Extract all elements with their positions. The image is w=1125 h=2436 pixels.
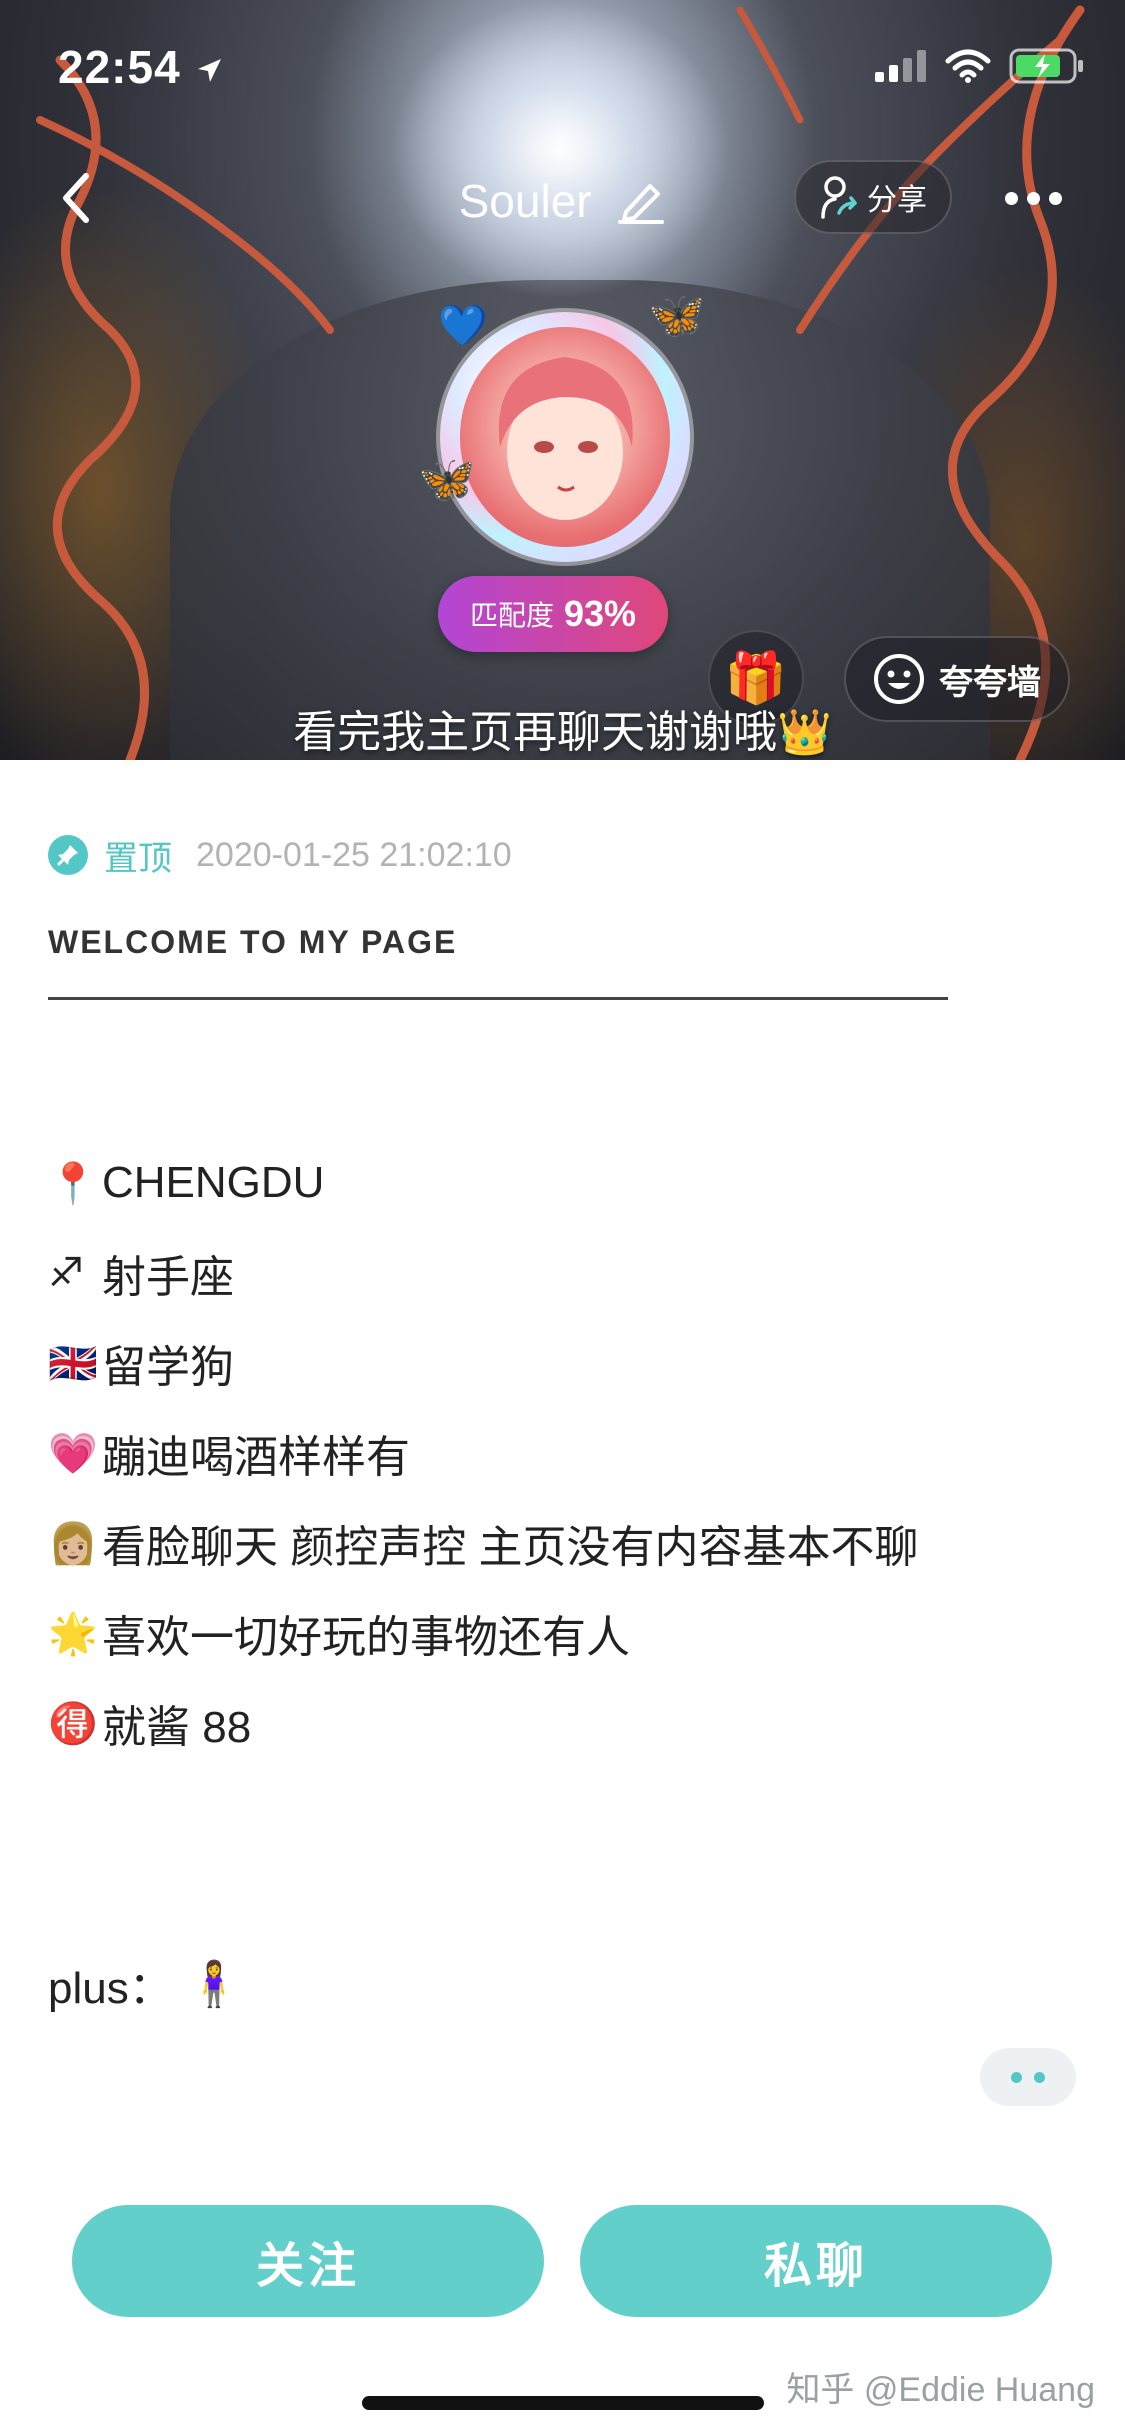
dot-icon xyxy=(1034,2071,1045,2083)
post-date: 2020-01-25 21:02:10 xyxy=(196,835,512,874)
post-line: 🌟 喜欢一切好玩的事物还有人 xyxy=(48,1588,1078,1678)
post-line: 💗 蹦迪喝酒样样有 xyxy=(48,1408,1078,1498)
match-label: 匹配度 xyxy=(469,600,554,631)
butterfly-decoration: 🦋 xyxy=(648,289,706,341)
post-plus-line: plus： 🧍‍♀️ xyxy=(48,1952,242,2016)
line-text: 留学狗 xyxy=(102,1343,234,1392)
avatar-face xyxy=(498,357,633,520)
pin-icon xyxy=(48,835,88,875)
watermark: 知乎 @Eddie Huang xyxy=(786,2371,1095,2409)
navbar: Souler 分享 xyxy=(0,150,1125,250)
post-divider xyxy=(48,997,948,1000)
line-emoji: 🉐 xyxy=(48,1701,98,1746)
pinned-post: 置顶 2020-01-25 21:02:10 WELCOME TO MY PAG… xyxy=(48,830,1078,1768)
status-time: 22:54 xyxy=(58,40,224,94)
match-badge[interactable]: 匹配度 93% xyxy=(438,576,668,652)
nav-title[interactable]: Souler xyxy=(0,170,1125,228)
status-icons xyxy=(875,48,1085,84)
line-emoji: 🌟 xyxy=(48,1611,98,1656)
line-emoji: 💗 xyxy=(48,1431,98,1476)
profile-cover: 22:54 Souler 分享 💙 🦋 🦋 匹配度 93% 🎁 夸夸墙 看完我主… xyxy=(0,0,1125,760)
line-text: CHENGDU xyxy=(102,1158,325,1207)
share-label: 分享 xyxy=(867,184,927,217)
avatar[interactable] xyxy=(440,312,690,562)
location-arrow-icon xyxy=(198,58,222,82)
pin-label: 置顶 xyxy=(104,839,172,878)
dot-icon xyxy=(1011,2071,1022,2083)
line-text: 看脸聊天 颜控声控 主页没有内容基本不聊 xyxy=(102,1523,919,1572)
more-dot xyxy=(1026,191,1040,205)
post-line: 📍 CHENGDU xyxy=(48,1138,1078,1228)
match-value: 93% xyxy=(563,593,637,634)
plus-label: plus： xyxy=(48,1964,173,2013)
post-line: 👩🏼 看脸聊天 颜控声控 主页没有内容基本不聊 xyxy=(48,1498,1078,1588)
line-text: 蹦迪喝酒样样有 xyxy=(102,1433,410,1482)
edit-pencil-icon[interactable] xyxy=(616,178,666,224)
more-dot xyxy=(1048,191,1062,205)
line-text: 喜欢一切好玩的事物还有人 xyxy=(102,1613,630,1662)
plus-emoji: 🧍‍♀️ xyxy=(186,1960,242,2009)
nav-title-text: Souler xyxy=(458,174,592,227)
post-meta: 置顶 2020-01-25 21:02:10 xyxy=(48,830,1078,880)
line-text: 射手座 xyxy=(102,1253,234,1302)
post-line: ♐ 射手座 xyxy=(48,1228,1078,1318)
share-person-icon xyxy=(821,176,857,219)
post-lines: 📍 CHENGDU ♐ 射手座 🇬🇧 留学狗 💗 蹦迪喝酒样样有 👩🏼 看脸聊天… xyxy=(48,1138,1078,1768)
post-line: 🇬🇧 留学狗 xyxy=(48,1318,1078,1408)
line-emoji: 🇬🇧 xyxy=(48,1341,98,1386)
line-emoji: 👩🏼 xyxy=(48,1521,98,1566)
private-chat-button[interactable]: 私聊 xyxy=(580,2205,1052,2317)
expand-more-button[interactable] xyxy=(980,2048,1076,2106)
cellular-signal-icon xyxy=(875,50,926,82)
share-button[interactable]: 分享 xyxy=(794,160,952,234)
heart-decoration: 💙 xyxy=(438,304,488,348)
line-text: 就酱 88 xyxy=(102,1703,252,1752)
status-time-text: 22:54 xyxy=(58,41,181,93)
more-dots-icon xyxy=(1004,191,1018,205)
avatar-container[interactable]: 💙 🦋 🦋 xyxy=(418,289,705,562)
post-heading: WELCOME TO MY PAGE xyxy=(48,924,458,960)
pin-glyph xyxy=(56,845,78,867)
home-indicator[interactable] xyxy=(362,2396,764,2410)
battery-charging-icon xyxy=(1009,48,1083,84)
avatar-illustration xyxy=(460,327,670,547)
more-button[interactable] xyxy=(998,168,1068,228)
status-bar: 22:54 xyxy=(0,0,1125,130)
profile-signature: 看完我主页再聊天谢谢哦👑 xyxy=(293,708,832,757)
post-line: 🉐 就酱 88 xyxy=(48,1678,1078,1768)
line-emoji: 📍 xyxy=(48,1161,98,1206)
follow-button[interactable]: 关注 xyxy=(72,2205,544,2317)
butterfly-decoration: 🦋 xyxy=(418,453,476,505)
line-emoji: ♐ xyxy=(48,1251,84,1295)
wifi-icon xyxy=(945,49,991,83)
